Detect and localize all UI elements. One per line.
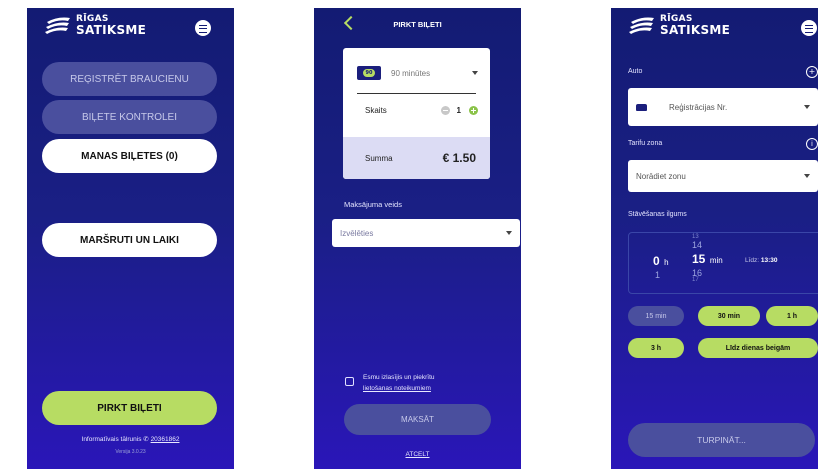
brand-logo: RĪGAS SATIKSME <box>628 14 730 36</box>
app-version: Versija 3.0.23 <box>115 449 146 455</box>
add-car-icon[interactable]: + <box>806 66 818 78</box>
terms-text: Esmu izlasījis un piekrītu lietošanas no… <box>363 374 435 392</box>
my-tickets-button[interactable]: MANAS BIĻETES (0) <box>42 139 217 173</box>
chip-30-min[interactable]: 30 min <box>698 306 760 326</box>
pay-button[interactable]: MAKSĀT <box>344 404 491 435</box>
payment-method-placeholder: Izvēlēties <box>340 228 374 238</box>
home-screen: RĪGAS SATIKSME REĢISTRĒT BRAUCIENU BIĻET… <box>27 8 234 469</box>
until-label: Līdz: <box>745 257 760 264</box>
plus-icon[interactable] <box>469 106 478 115</box>
dropdown-caret-icon <box>804 105 810 109</box>
terms-checkbox[interactable] <box>345 377 354 386</box>
ticket-card: 90 90 minūtes Skaits 1 Summa € 1.50 <box>343 48 490 179</box>
minutes-unit: min <box>709 256 723 265</box>
divider <box>357 93 476 94</box>
hours-next: 1 <box>655 270 661 280</box>
quantity-stepper: Skaits 1 <box>365 106 478 115</box>
payment-method-label: Maksājuma veids <box>344 200 402 209</box>
menu-icon[interactable] <box>195 20 211 36</box>
dropdown-caret-icon <box>804 174 810 178</box>
buy-ticket-button[interactable]: PIRKT BIĻETI <box>42 391 217 425</box>
register-trip-button[interactable]: REĢISTRĒT BRAUCIENU <box>42 62 217 96</box>
tariff-zone-label: Tarifu zona <box>628 140 663 147</box>
minutes-value: 15 <box>692 252 706 266</box>
brand-line2: SATIKSME <box>76 22 147 37</box>
minutes-next2: 17 <box>692 277 699 283</box>
plate-placeholder: Reģistrācijas Nr. <box>669 102 728 112</box>
auto-label: Auto <box>628 68 643 75</box>
logo-mark-icon <box>629 17 654 34</box>
until-value: 13:30 <box>760 257 778 264</box>
sum-label: Summa <box>365 153 393 163</box>
sum-value: € 1.50 <box>442 151 476 165</box>
brand-line2: SATIKSME <box>660 22 731 37</box>
brand-logo: RĪGAS SATIKSME <box>44 14 146 36</box>
cancel-link[interactable]: ATCELT <box>314 451 521 458</box>
logo-mark-icon <box>45 17 70 34</box>
count-value: 1 <box>456 106 461 115</box>
routes-and-times-button[interactable]: MARŠRUTI UN LAIKI <box>42 223 217 257</box>
car-icon <box>636 103 647 111</box>
minutes-wheel[interactable]: 13 14 15 min 16 17 <box>692 234 723 283</box>
plate-select[interactable]: Reģistrācijas Nr. <box>628 88 818 126</box>
parking-screen: RĪGAS SATIKSME Auto + Reģistrācijas Nr. … <box>611 8 818 469</box>
dropdown-caret-icon <box>506 231 512 235</box>
chip-3-h[interactable]: 3 h <box>628 338 684 358</box>
ticket-type-value: 90 minūtes <box>391 68 431 78</box>
minus-icon[interactable] <box>440 106 450 115</box>
minutes-prev: 14 <box>692 240 703 250</box>
duration-picker[interactable]: 0 h 1 13 14 15 min 16 17 Līdz: 13:30 <box>628 232 818 294</box>
ticket-control-button[interactable]: BIĻETE KONTROLEI <box>42 100 217 134</box>
payment-method-select[interactable]: Izvēlēties <box>332 219 520 247</box>
hours-unit: h <box>664 258 669 267</box>
hours-wheel[interactable]: 0 h 1 <box>653 252 669 281</box>
ticket-icon: 90 <box>357 66 381 80</box>
buy-ticket-screen: PIRKT BIĻETI 90 90 minūtes Skaits 1 Summ… <box>314 8 521 469</box>
continue-button[interactable]: TURPINĀT... <box>628 423 815 457</box>
page-title: PIRKT BIĻETI <box>393 20 442 29</box>
info-phone-line: Informatīvais tālrunis ✆ 20361862 <box>27 435 234 443</box>
zone-placeholder: Norādiet zonu <box>636 171 686 181</box>
chip-until-end-of-day[interactable]: Līdz dienas beigām <box>698 338 818 358</box>
menu-icon[interactable] <box>801 20 817 36</box>
sum-row: Summa € 1.50 <box>343 137 490 179</box>
hours-value: 0 <box>653 254 660 268</box>
info-phone-label: Informatīvais tālrunis <box>81 436 142 443</box>
terms-link[interactable]: lietošanas noteikumiem <box>363 385 431 392</box>
info-icon[interactable]: i <box>806 138 818 150</box>
dropdown-caret-icon <box>472 71 478 75</box>
duration-label: Stāvēšanas ilgums <box>628 211 687 218</box>
until-time: Līdz: 13:30 <box>745 257 778 264</box>
info-phone-link[interactable]: 20361862 <box>151 436 180 443</box>
chip-1-h[interactable]: 1 h <box>766 306 818 326</box>
chip-15-min[interactable]: 15 min <box>628 306 684 326</box>
ticket-type-select[interactable]: 90 90 minūtes <box>357 60 478 86</box>
phone-icon: ✆ <box>143 436 149 443</box>
zone-select[interactable]: Norādiet zonu <box>628 160 818 192</box>
count-label: Skaits <box>365 106 387 115</box>
